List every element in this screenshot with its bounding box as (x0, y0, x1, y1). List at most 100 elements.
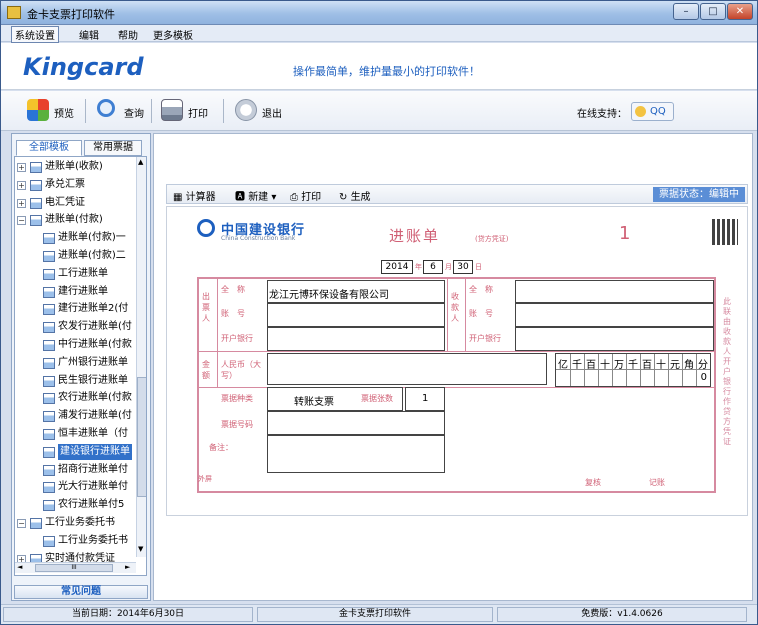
digit-divider (598, 354, 599, 386)
scroll-up-icon[interactable]: ▲ (138, 158, 143, 166)
template-icon (43, 322, 55, 334)
payer-account-field[interactable] (267, 303, 445, 327)
bank-logo-icon (197, 219, 215, 237)
template-icon (43, 251, 55, 262)
digit-divider (696, 354, 697, 386)
tree-item-label: 建行进账单 (58, 285, 108, 297)
tree-item-label: 进账单(付款) (45, 214, 103, 226)
scroll-down-icon[interactable]: ▼ (138, 545, 143, 553)
template-icon (30, 179, 42, 191)
tab-all-templates[interactable]: 全部模板 (16, 140, 82, 156)
bank-english-name: China Construction Bank (221, 235, 296, 242)
payer-name-field[interactable]: 龙江元博环保设备有限公司 (267, 280, 445, 303)
amount-words-field[interactable] (267, 353, 547, 385)
review-label: 复核 (585, 478, 601, 487)
horizontal-scrollbar[interactable]: ◄ III ► (15, 562, 136, 573)
status-app-name: 金卡支票打印软件 (257, 607, 493, 622)
digit-divider (570, 354, 571, 386)
expand-toggle-icon[interactable]: + (17, 198, 26, 208)
payee-bank-field[interactable] (515, 327, 714, 351)
payee-account-field[interactable] (515, 303, 714, 327)
scroll-left-icon[interactable]: ◄ (17, 563, 22, 571)
close-button[interactable]: ✕ (727, 3, 753, 20)
preview-button[interactable]: 预览 (27, 99, 77, 123)
generate-button[interactable]: ↻ 生成 (339, 188, 371, 203)
print-button[interactable]: 打印 (161, 99, 211, 123)
scroll-thumb[interactable] (137, 377, 146, 497)
brand-logo: Kingcard (23, 53, 144, 81)
scroll-right-icon[interactable]: ► (125, 563, 130, 571)
new-button[interactable]: 🅰 新建 ▾ (235, 188, 276, 203)
new-label: 新建 (248, 192, 269, 203)
calculator-button[interactable]: ▦ 计算器 (173, 188, 216, 203)
menu-help[interactable]: 帮助 (118, 27, 138, 42)
exit-button[interactable]: 退出 (235, 99, 285, 123)
faq-button[interactable]: 常见问题 (14, 585, 148, 599)
tree-item-label: 浦发行进账单(付 (58, 410, 132, 422)
status-bar: 当前日期：2014年6月30日 金卡支票打印软件 免费版：v1.4.0626 (1, 604, 757, 624)
bill-count-field[interactable]: 1 (405, 387, 445, 411)
qr-code-icon (712, 219, 738, 245)
menu-system-settings[interactable]: 系统设置 (11, 26, 59, 43)
tree-item-label: 招商行进账单付 (58, 463, 128, 475)
digit-divider (626, 354, 627, 386)
vertical-scrollbar[interactable]: ▲ ▼ (136, 157, 146, 557)
template-panel: 全部模板 常用票据 + 进账单(收款) + 承兑汇票 + 电汇凭证 − 进账单(付款) 进账单(… (11, 133, 151, 601)
bill-number-field[interactable] (267, 411, 445, 435)
calculator-label: 计算器 (185, 192, 216, 203)
qq-icon (635, 106, 646, 117)
tree-item-label: 建设银行进账单 (58, 443, 132, 460)
tree-item-label: 农发行进账单(付 (58, 321, 132, 333)
tree-item-label: 农行进账单付5 (58, 499, 125, 511)
payee-bank-label: 开户银行 (469, 334, 501, 343)
windows-icon (27, 99, 49, 121)
payer-bank-field[interactable] (267, 327, 445, 351)
tree-item-label: 光大行进账单付 (58, 481, 128, 493)
form-rule (199, 351, 714, 352)
slogan: 操作最简单，维护量最小的打印软件！ (293, 65, 480, 78)
generate-label: 生成 (350, 192, 371, 203)
window-title: 金卡支票打印软件 (27, 8, 115, 21)
title-bar[interactable]: 金卡支票打印软件 – □ ✕ (1, 1, 757, 25)
qq-button[interactable]: QQ (631, 102, 674, 121)
version-info: 免费版：v1.4.0626 (497, 607, 747, 622)
menu-more-templates[interactable]: 更多模板 (153, 27, 193, 42)
editor-toolbar: ▦ 计算器 🅰 新建 ▾ ⎙ 打印 ↻ 生成 票据状态：编辑中 (166, 184, 748, 204)
date-month-field[interactable]: 6 (423, 260, 443, 274)
tree-item-label: 广州银行进账单 (58, 356, 128, 368)
expand-toggle-icon[interactable]: − (17, 519, 26, 528)
bill-type-label: 票据种类 (221, 394, 253, 403)
template-icon (30, 162, 42, 173)
print-label: 打印 (188, 109, 208, 120)
editor-panel: ▦ 计算器 🅰 新建 ▾ ⎙ 打印 ↻ 生成 票据状态：编辑中 中国建设银行 C… (153, 133, 753, 601)
bill-number-label: 票据号码 (221, 420, 253, 429)
expand-toggle-icon[interactable]: − (17, 216, 26, 226)
date-year-field[interactable]: 2014 (381, 260, 413, 274)
tree-item-label: 建行进账单2(付 (58, 303, 129, 315)
payee-name-field[interactable] (515, 280, 714, 303)
expand-toggle-icon[interactable]: + (17, 180, 26, 190)
tree-item-label: 进账单(收款) (45, 161, 103, 172)
hscroll-thumb[interactable]: III (35, 564, 113, 572)
menu-bar: 系统设置 编辑 帮助 更多模板 (1, 25, 757, 43)
remark-field[interactable] (267, 435, 445, 473)
query-button[interactable]: 查询 (97, 99, 147, 123)
tree-item-label: 农行进账单(付款 (58, 392, 132, 404)
payer-label: 出票人 (202, 292, 210, 323)
tab-common-bills[interactable]: 常用票据 (84, 140, 142, 156)
date-day-field[interactable]: 30 (453, 260, 473, 274)
app-window: 金卡支票打印软件 – □ ✕ 系统设置 编辑 帮助 更多模板 Kingcard … (0, 0, 758, 625)
tree-item-label: 承兑汇票 (45, 178, 85, 190)
expand-toggle-icon[interactable]: + (17, 163, 26, 172)
maximize-button[interactable]: □ (700, 3, 726, 20)
tree-item-label: 进账单(付款)一 (58, 232, 126, 244)
minimize-button[interactable]: – (673, 3, 699, 20)
deposit-slip: 中国建设银行 China Construction Bank 进账单 (贷方凭证… (166, 206, 748, 516)
payee-name-label: 全 称 (469, 285, 493, 294)
amount-digits-grid[interactable]: 亿千百十万千百十元角分0 (555, 353, 711, 387)
slip-title: 进账单 (389, 227, 441, 245)
editor-print-button[interactable]: ⎙ 打印 (290, 188, 321, 203)
menu-edit[interactable]: 编辑 (79, 27, 99, 42)
bill-status-badge: 票据状态：编辑中 (653, 187, 745, 202)
month-unit: 月 (445, 263, 452, 271)
